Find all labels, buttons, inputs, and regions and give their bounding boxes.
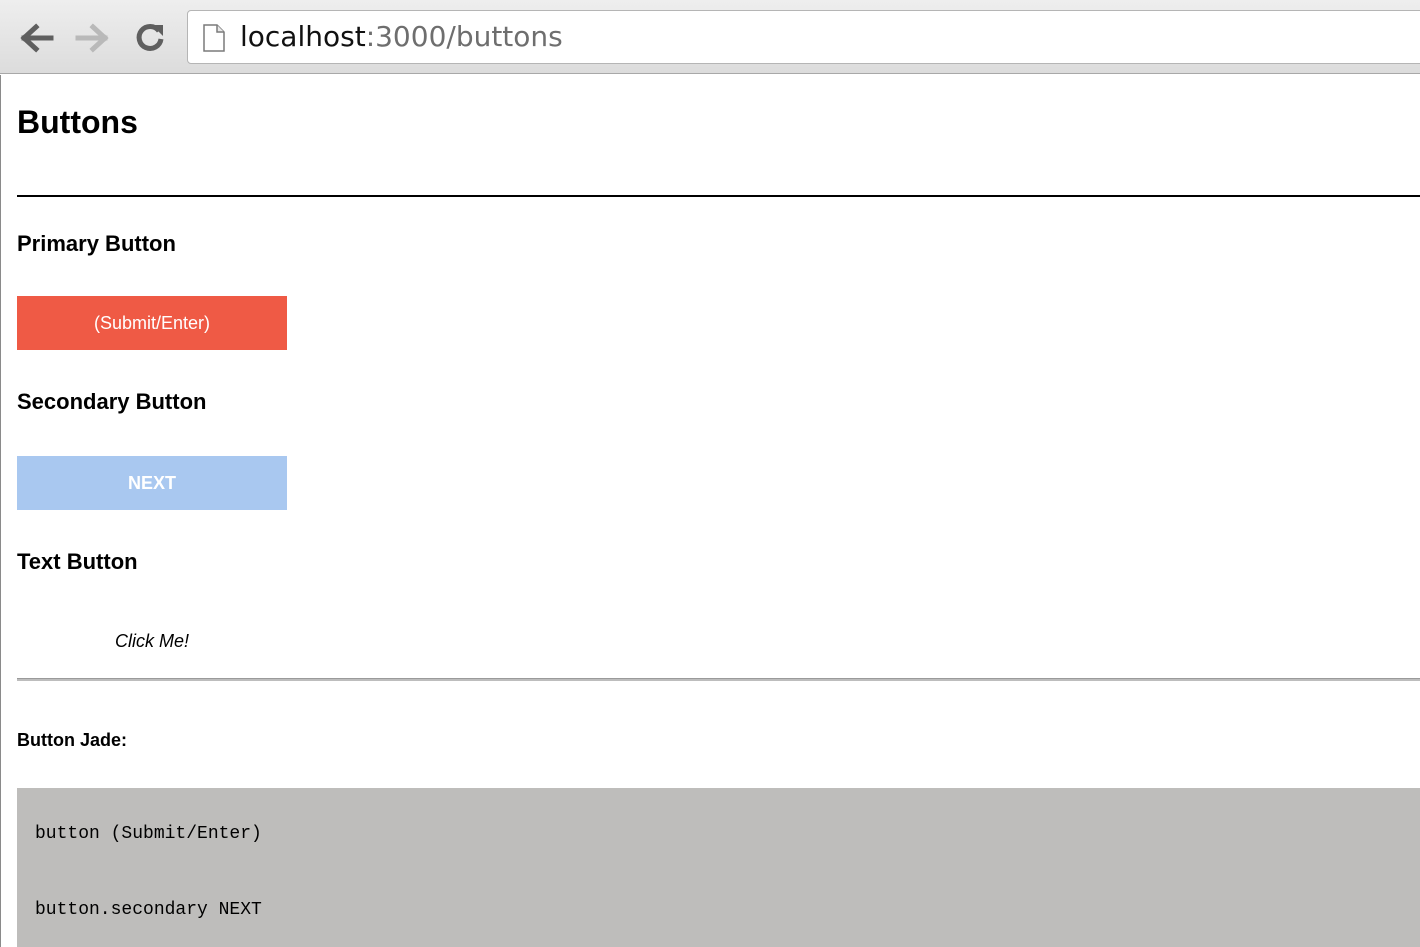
primary-button-heading: Primary Button [17, 231, 176, 256]
address-bar[interactable]: localhost:3000/buttons [187, 10, 1420, 64]
code-block: button (Submit/Enter) button.secondary N… [17, 788, 1420, 947]
text-button[interactable]: Click Me! [17, 616, 287, 666]
url-text: localhost:3000/buttons [240, 21, 563, 53]
section-divider [17, 678, 1420, 681]
code-line: button.secondary NEXT [35, 900, 262, 920]
page-icon [202, 24, 226, 57]
reload-button[interactable] [130, 20, 170, 56]
primary-button[interactable]: (Submit/Enter) [17, 296, 287, 350]
url-host: localhost [240, 20, 366, 53]
forward-button[interactable] [72, 20, 112, 56]
code-line: button (Submit/Enter) [35, 824, 262, 844]
browser-toolbar: localhost:3000/buttons [0, 0, 1420, 74]
text-button-heading: Text Button [17, 549, 138, 574]
secondary-button[interactable]: NEXT [17, 456, 287, 510]
code-label: Button Jade: [17, 730, 127, 750]
url-path: :3000/buttons [365, 20, 563, 53]
title-divider [17, 195, 1420, 197]
page-title: Buttons [17, 104, 138, 140]
arrow-left-icon [20, 23, 54, 53]
secondary-button-heading: Secondary Button [17, 389, 207, 414]
reload-icon [136, 23, 164, 51]
back-button[interactable] [17, 20, 57, 56]
page-viewport: Buttons Primary Button (Submit/Enter) Se… [0, 75, 1420, 947]
arrow-right-icon [75, 23, 109, 53]
